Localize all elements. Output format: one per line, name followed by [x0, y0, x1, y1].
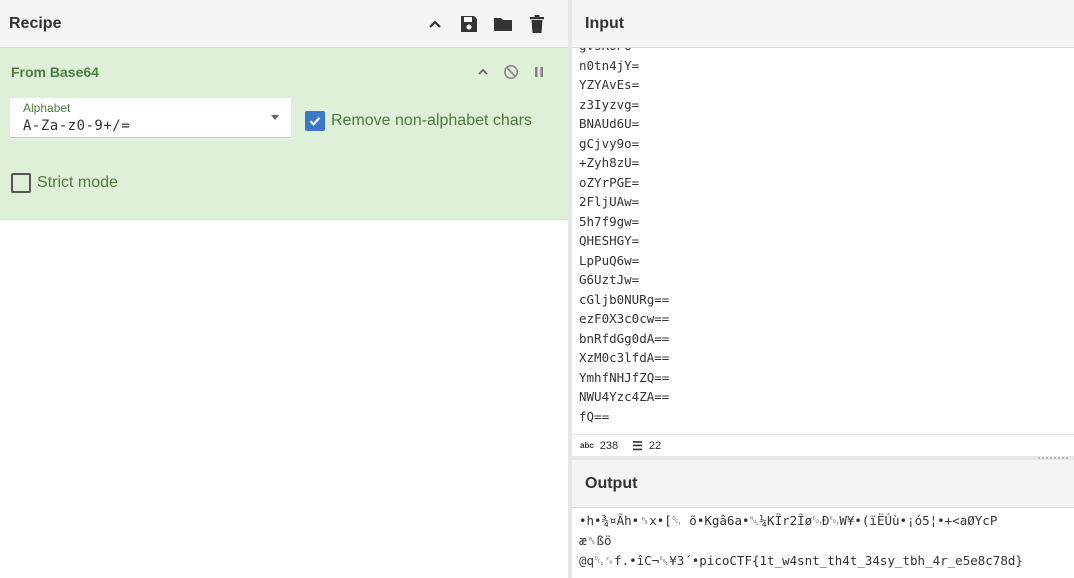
- pause-operation-icon[interactable]: [528, 62, 550, 82]
- output-title: Output: [585, 474, 638, 492]
- input-line: NWU4Yzc4ZA==: [579, 389, 670, 404]
- input-line: BNAUd6U=: [579, 116, 640, 131]
- output-line: @q␒␜f.•îC¬␛¥3´•picoCTF{1t_w4snt_th4t_34s…: [579, 553, 1023, 568]
- operation-title: From Base64: [11, 64, 99, 80]
- remove-non-alphabet-checkbox[interactable]: Remove non-alphabet chars: [305, 111, 532, 131]
- recipe-title: Recipe: [9, 14, 62, 32]
- recipe-header: Recipe: [0, 0, 568, 48]
- input-line: YmhfNHJfZQ==: [579, 369, 670, 385]
- input-line: gCjvy9o=: [579, 135, 640, 151]
- input-header: Input: [572, 0, 1074, 48]
- load-recipe-icon[interactable]: [486, 9, 520, 39]
- input-status-bar: abc 238 ☰ 22: [572, 434, 1074, 456]
- disable-operation-icon[interactable]: [500, 62, 522, 82]
- input-line: oZYrPGE=: [579, 174, 640, 190]
- input-line: +Zyh8zU=: [579, 155, 640, 170]
- alphabet-value: A-Za-z0-9+/=: [23, 118, 131, 134]
- alphabet-select[interactable]: Alphabet A-Za-z0-9+/=: [10, 98, 291, 138]
- input-line: n0tn4jY=: [579, 57, 640, 73]
- clear-recipe-icon[interactable]: [520, 9, 554, 39]
- strict-mode-label: Strict mode: [37, 174, 118, 191]
- input-line: 5h7f9gw=: [579, 213, 640, 229]
- io-panel: Input gvsKOPU=n0tn4jY= YZYAvEs= z3Iyzvg= BN…: [572, 0, 1074, 578]
- input-line-count: 22: [648, 439, 662, 452]
- output-header: Output: [572, 460, 1074, 508]
- from-base64-operation: From Base64 Alphabet A-Za-z0-9+/= Remove…: [0, 48, 568, 220]
- input-line: LpPuQ6w=: [579, 252, 640, 268]
- input-title: Input: [585, 14, 625, 32]
- output-line: •h•¾¤Ãh•␞x•[␑ õ•Kgâ6a•␀¼KÏr2Îø␄Ð␄W¥•(ïËÚ…: [579, 513, 998, 528]
- input-line: 2FljUAw=: [579, 194, 640, 209]
- input-line: QHESHGY=: [579, 233, 640, 248]
- output-line: æ␞ßö: [579, 533, 612, 548]
- collapse-operation-icon[interactable]: [472, 62, 494, 82]
- input-line: G6UztJw=: [579, 272, 640, 287]
- input-line: gvsKOPU=: [579, 48, 1073, 56]
- chevron-down-icon: [271, 115, 279, 120]
- input-textarea[interactable]: gvsKOPU=n0tn4jY= YZYAvEs= z3Iyzvg= BNAUd6U=…: [579, 48, 1073, 430]
- chars-icon: abc: [580, 441, 594, 450]
- alphabet-label: Alphabet: [23, 101, 71, 115]
- recipe-panel: Recipe From Base64 Alphabet A-Za-z0-9+/=…: [0, 0, 568, 578]
- input-line: z3Iyzvg=: [579, 96, 640, 112]
- remove-non-alphabet-label: Remove non-alphabet chars: [331, 112, 533, 129]
- input-line: bnRfdGg0dA==: [579, 330, 670, 346]
- checkbox-unchecked-icon[interactable]: [11, 173, 31, 193]
- collapse-all-icon[interactable]: [418, 9, 452, 39]
- checkbox-checked-icon[interactable]: [305, 111, 325, 131]
- input-char-count: 238: [599, 439, 619, 452]
- save-recipe-icon[interactable]: [452, 9, 486, 39]
- lines-icon: ☰: [632, 438, 643, 453]
- input-line: ezF0X3c0cw==: [579, 311, 670, 326]
- input-line: YZYAvEs=: [579, 77, 640, 92]
- input-line: XzM0c3lfdA==: [579, 350, 670, 365]
- input-line: fQ==: [579, 408, 610, 424]
- output-textarea[interactable]: •h•¾¤Ãh•␞x•[␑ õ•Kgâ6a•␀¼KÏr2Îø␄Ð␄W¥•(ïËÚ…: [579, 511, 1073, 571]
- input-line: cGljb0NURg==: [579, 291, 670, 307]
- strict-mode-checkbox[interactable]: Strict mode: [11, 173, 118, 193]
